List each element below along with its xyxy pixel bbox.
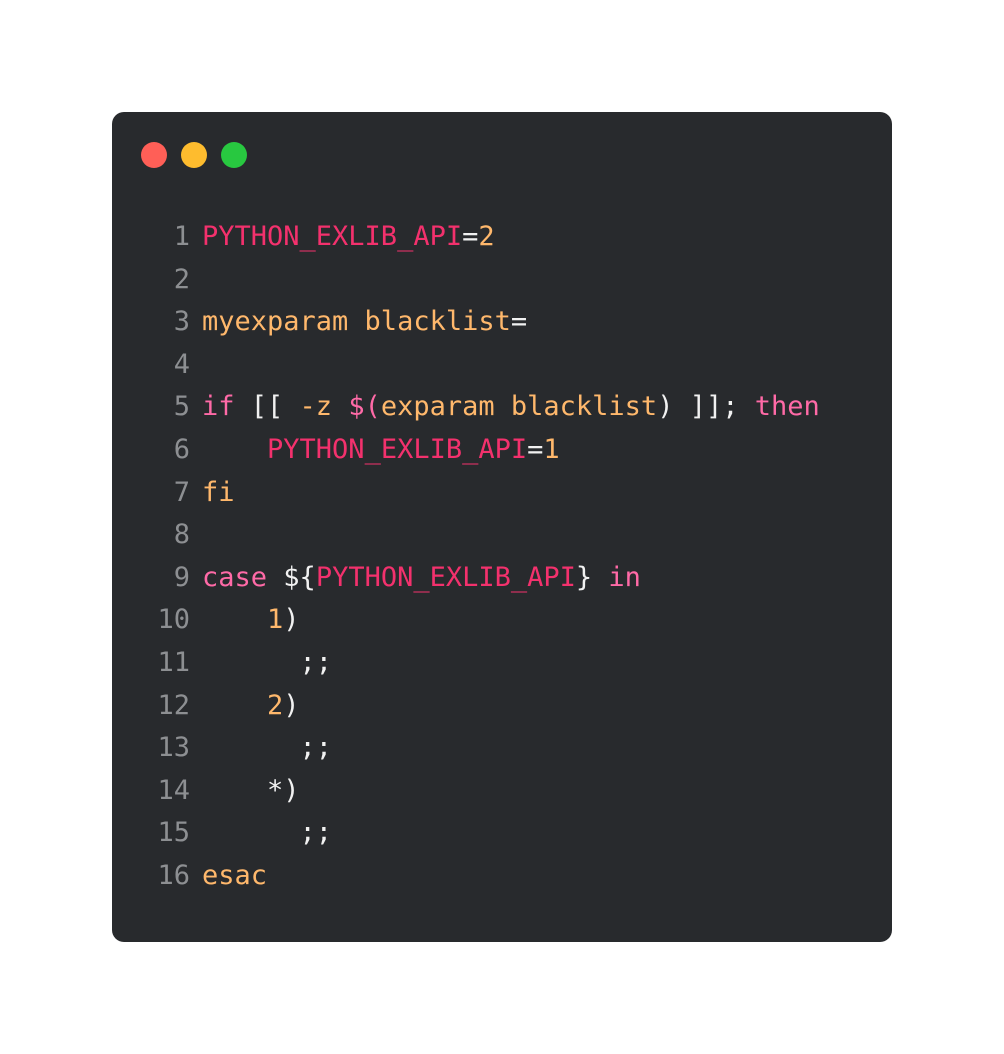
line-number: 7: [173, 476, 190, 508]
code-token-plain: ): [283, 689, 300, 721]
code-text: esac: [202, 855, 267, 898]
code-text: PYTHON_EXLIB_API=1: [202, 429, 560, 472]
code-token-plain: ): [283, 604, 300, 636]
line-number: 12: [157, 689, 190, 721]
code-token-plain: =: [510, 306, 528, 338]
code-token-plain: *): [202, 774, 300, 806]
line-number: 6: [173, 433, 190, 465]
code-token-keyword: then: [754, 391, 820, 423]
line-number: 9: [173, 561, 190, 593]
line-number: 1: [173, 221, 190, 252]
code-line: 10 1): [112, 599, 892, 642]
code-token-plain: ;;: [202, 732, 333, 764]
code-token-plain: ) ]];: [657, 391, 755, 423]
code-token-command: myexparam blacklist: [202, 306, 511, 338]
code-line: 5 if [[ -z $(exparam blacklist) ]]; then: [112, 386, 892, 429]
code-window: 1 PYTHON_EXLIB_API=2 2 3 myexparam blacklist…: [112, 112, 892, 942]
code-token-keyword: in: [608, 561, 641, 593]
minimize-button[interactable]: [181, 142, 207, 168]
line-number: 13: [157, 732, 190, 764]
code-token-plain: }: [575, 561, 609, 593]
code-token-plain: ;;: [202, 817, 333, 849]
close-button[interactable]: [141, 142, 167, 168]
code-line: 7 fi: [112, 472, 892, 515]
code-token-variable: PYTHON_EXLIB_API: [267, 433, 528, 465]
code-token-command: esac: [202, 859, 268, 891]
code-text: myexparam blacklist=: [202, 301, 527, 344]
code-line: 14 *): [112, 770, 892, 813]
code-line: 2: [112, 259, 892, 302]
code-line: 4: [112, 344, 892, 387]
code-token-number: 1: [267, 604, 284, 636]
code-text: if [[ -z $(exparam blacklist) ]]; then: [202, 386, 820, 429]
code-text: PYTHON_EXLIB_API=2: [202, 216, 495, 259]
code-line: 6 PYTHON_EXLIB_API=1: [112, 429, 892, 472]
code-token-number: 2: [267, 689, 284, 721]
code-text: ;;: [202, 642, 333, 685]
code-token-plain: ${: [267, 561, 316, 593]
code-line: 15 ;;: [112, 812, 892, 855]
line-number: 4: [173, 348, 190, 380]
code-token-keyword: if: [202, 391, 235, 423]
code-line: 1 PYTHON_EXLIB_API=2: [112, 216, 892, 259]
line-number: 14: [157, 774, 190, 806]
line-number: 2: [173, 263, 190, 295]
code-line: 16 esac: [112, 855, 892, 898]
code-line: 12 2): [112, 685, 892, 728]
code-token-plain: [[: [234, 391, 300, 423]
code-text: *): [202, 770, 300, 813]
code-text: case ${PYTHON_EXLIB_API} in: [202, 557, 641, 600]
line-number: 3: [173, 306, 190, 338]
maximize-button[interactable]: [221, 142, 247, 168]
line-number: 15: [157, 817, 190, 849]
line-number: 5: [173, 391, 190, 423]
code-token-number: 2: [478, 221, 495, 252]
code-token-plain: =: [462, 221, 479, 252]
line-number: 16: [157, 859, 190, 891]
code-text: fi: [202, 472, 235, 515]
code-line: 13 ;;: [112, 727, 892, 770]
line-number: 8: [173, 519, 190, 551]
code-token-command: exparam blacklist: [380, 391, 658, 423]
line-number: 11: [157, 646, 190, 678]
code-token-command: -z: [299, 391, 333, 423]
code-text: ;;: [202, 727, 333, 770]
code-line: 11 ;;: [112, 642, 892, 685]
code-text: ;;: [202, 812, 333, 855]
code-token-variable: PYTHON_EXLIB_API: [202, 221, 463, 252]
code-text: 1): [202, 599, 300, 642]
code-token-variable: PYTHON_EXLIB_API: [315, 561, 576, 593]
code-line: 8: [112, 514, 892, 557]
code-token-command: fi: [202, 476, 235, 508]
line-number: 10: [157, 604, 190, 636]
code-token-number: 1: [543, 433, 560, 465]
code-line: 9 case ${PYTHON_EXLIB_API} in: [112, 557, 892, 600]
code-token-plain: =: [527, 433, 544, 465]
code-block: 1 PYTHON_EXLIB_API=2 2 3 myexparam blacklist…: [112, 216, 892, 898]
code-token-plain: ;;: [202, 646, 333, 678]
code-token-keyword: case: [202, 561, 268, 593]
code-text: 2): [202, 685, 300, 728]
code-line: 3 myexparam blacklist=: [112, 301, 892, 344]
code-token-keyword: $(: [348, 391, 381, 423]
